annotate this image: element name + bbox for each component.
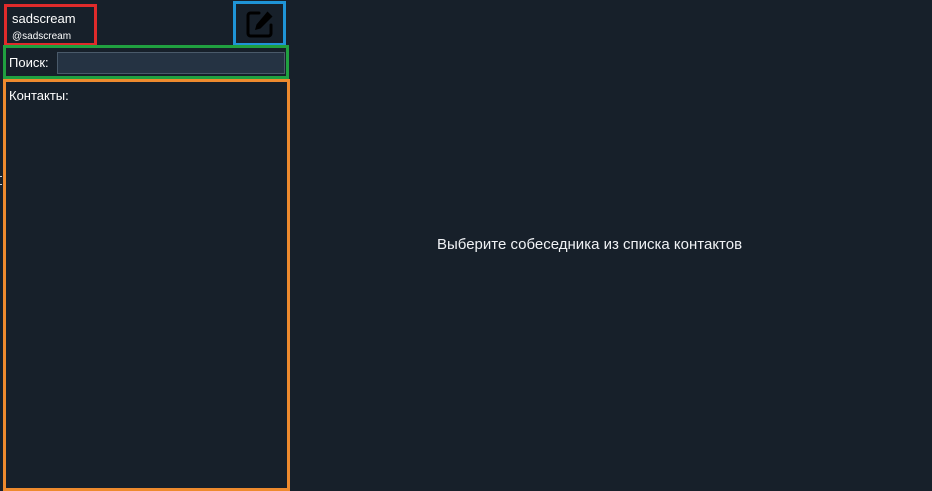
search-bar: Поиск: bbox=[3, 45, 289, 79]
new-message-button[interactable] bbox=[233, 1, 286, 46]
contacts-title: Контакты: bbox=[9, 88, 69, 103]
messenger-app: sadscream @sadscream Поиск: Контакты: Вы… bbox=[0, 0, 932, 491]
contacts-panel[interactable]: Контакты: bbox=[3, 79, 290, 491]
search-label: Поиск: bbox=[9, 55, 49, 70]
edit-square-icon bbox=[246, 11, 272, 37]
profile-name: sadscream bbox=[12, 11, 76, 26]
profile-handle: @sadscream bbox=[12, 31, 72, 42]
empty-chat-placeholder: Выберите собеседника из списка контактов bbox=[437, 236, 743, 253]
user-profile[interactable]: sadscream @sadscream bbox=[4, 4, 97, 46]
window-edge-marker bbox=[0, 176, 2, 185]
search-input[interactable] bbox=[57, 52, 285, 74]
